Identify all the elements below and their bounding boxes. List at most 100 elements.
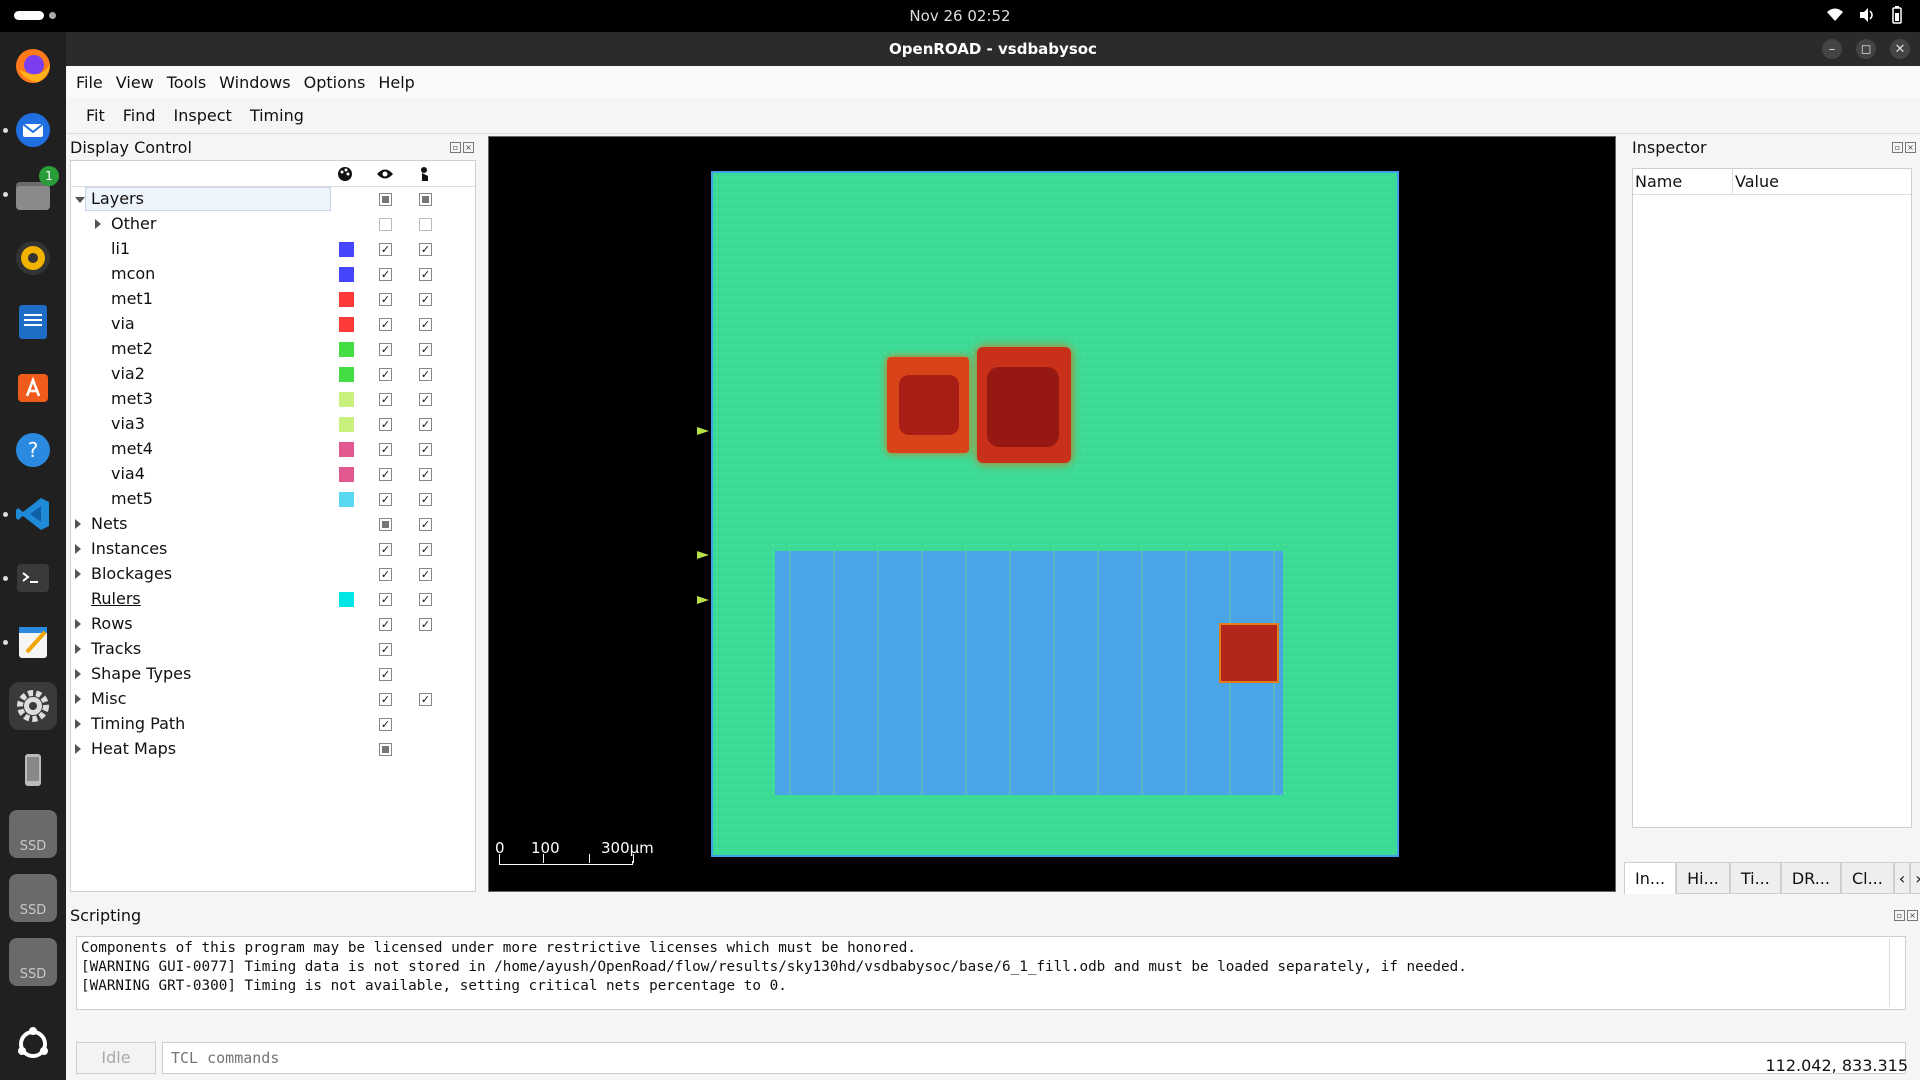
tab-drc[interactable]: DR... — [1780, 862, 1841, 894]
layer-row[interactable]: via4 ✓ ✓ — [71, 462, 475, 487]
layer-color-swatch[interactable] — [339, 592, 354, 607]
visibility-checkbox[interactable]: ✓ — [379, 368, 392, 381]
selectable-checkbox[interactable]: ✓ — [419, 593, 432, 606]
layer-row[interactable]: Layers — [71, 187, 475, 212]
layer-row[interactable]: via ✓ ✓ — [71, 312, 475, 337]
panel-float-controls[interactable]: ▫ × — [1894, 910, 1918, 921]
selectable-checkbox[interactable]: ✓ — [419, 468, 432, 481]
tab-clock[interactable]: Cl... — [1840, 862, 1894, 894]
layer-row[interactable]: Other — [71, 212, 475, 237]
layer-row[interactable]: met3 ✓ ✓ — [71, 387, 475, 412]
visibility-checkbox[interactable]: ✓ — [379, 493, 392, 506]
visibility-checkbox[interactable]: ✓ — [379, 343, 392, 356]
visibility-checkbox[interactable]: ✓ — [379, 693, 392, 706]
close-icon[interactable]: × — [1905, 142, 1916, 153]
selectable-checkbox[interactable]: ✓ — [419, 393, 432, 406]
layer-row[interactable]: Nets ✓ — [71, 512, 475, 537]
visibility-checkbox[interactable]: ✓ — [379, 393, 392, 406]
selectable-checkbox[interactable]: ✓ — [419, 318, 432, 331]
selectable-checkbox[interactable]: ✓ — [419, 493, 432, 506]
visibility-checkbox[interactable]: ✓ — [379, 468, 392, 481]
find-button[interactable]: Find — [123, 106, 156, 125]
expand-arrow-icon[interactable] — [75, 544, 81, 554]
layer-color-swatch[interactable] — [339, 367, 354, 382]
menu-options[interactable]: Options — [304, 73, 366, 92]
ssd-drive-icon[interactable]: SSD — [9, 874, 57, 922]
layer-row[interactable]: met1 ✓ ✓ — [71, 287, 475, 312]
visibility-checkbox[interactable]: ✓ — [379, 293, 392, 306]
float-icon[interactable]: ▫ — [1894, 910, 1905, 921]
selectable-checkbox[interactable]: ✓ — [419, 368, 432, 381]
layer-color-swatch[interactable] — [339, 442, 354, 457]
layer-row[interactable]: Shape Types ✓ — [71, 662, 475, 687]
firefox-icon[interactable] — [9, 42, 57, 90]
visibility-checkbox[interactable]: ✓ — [379, 243, 392, 256]
maximize-button[interactable]: ◻ — [1856, 39, 1876, 59]
selectable-checkbox[interactable]: ✓ — [419, 443, 432, 456]
tab-scroll-left-icon[interactable]: ‹ — [1893, 862, 1911, 894]
layer-row[interactable]: Rows ✓ ✓ — [71, 612, 475, 637]
selectable-checkbox[interactable] — [419, 218, 432, 231]
menu-windows[interactable]: Windows — [219, 73, 290, 92]
visibility-checkbox[interactable]: ✓ — [379, 568, 392, 581]
tcl-command-input[interactable] — [162, 1042, 1906, 1074]
close-button[interactable]: ✕ — [1890, 39, 1910, 59]
selectable-checkbox[interactable] — [419, 193, 432, 206]
settings-icon[interactable] — [9, 682, 57, 730]
layer-row[interactable]: li1 ✓ ✓ — [71, 237, 475, 262]
app-center-icon[interactable] — [9, 362, 57, 410]
layer-color-swatch[interactable] — [339, 342, 354, 357]
ssd-drive-icon[interactable]: SSD — [9, 810, 57, 858]
selectable-checkbox[interactable]: ✓ — [419, 418, 432, 431]
close-icon[interactable]: × — [463, 142, 474, 153]
selectable-checkbox[interactable]: ✓ — [419, 293, 432, 306]
layer-color-swatch[interactable] — [339, 417, 354, 432]
visibility-checkbox[interactable]: ✓ — [379, 268, 392, 281]
thunderbird-icon[interactable] — [9, 106, 57, 154]
menu-file[interactable]: File — [76, 73, 103, 92]
visibility-checkbox[interactable]: ✓ — [379, 718, 392, 731]
column-value[interactable]: Value — [1733, 169, 1781, 194]
tab-scroll-right-icon[interactable]: › — [1910, 862, 1920, 894]
close-icon[interactable]: × — [1907, 910, 1918, 921]
system-clock[interactable]: Nov 26 02:52 — [0, 7, 1920, 25]
expand-arrow-icon[interactable] — [95, 219, 101, 229]
menu-help[interactable]: Help — [378, 73, 414, 92]
display-control-tree[interactable]: Layers Other li1 ✓ ✓ mcon ✓ ✓ met1 ✓ ✓ via ✓ ✓ met2 ✓ ✓ v… — [70, 160, 476, 892]
visibility-checkbox[interactable]: ✓ — [379, 593, 392, 606]
layer-color-swatch[interactable] — [339, 492, 354, 507]
layer-row[interactable]: met4 ✓ ✓ — [71, 437, 475, 462]
layout-viewport[interactable]: 0 100 300µm — [488, 136, 1616, 892]
expand-arrow-icon[interactable] — [75, 569, 81, 579]
visibility-checkbox[interactable] — [379, 518, 392, 531]
show-apps-icon[interactable] — [9, 1020, 57, 1068]
tab-timing[interactable]: Ti... — [1729, 862, 1781, 894]
visibility-checkbox[interactable]: ✓ — [379, 443, 392, 456]
layer-row[interactable]: Misc ✓ ✓ — [71, 687, 475, 712]
panel-float-controls[interactable]: ▫ × — [1892, 142, 1916, 153]
phone-icon[interactable] — [9, 746, 57, 794]
selectable-checkbox[interactable]: ✓ — [419, 618, 432, 631]
text-editor-icon[interactable] — [9, 618, 57, 666]
layer-row[interactable]: met5 ✓ ✓ — [71, 487, 475, 512]
expand-arrow-icon[interactable] — [75, 744, 81, 754]
layer-row[interactable]: Rulers ✓ ✓ — [71, 587, 475, 612]
layer-row[interactable]: via3 ✓ ✓ — [71, 412, 475, 437]
selectable-checkbox[interactable]: ✓ — [419, 343, 432, 356]
float-icon[interactable]: ▫ — [450, 142, 461, 153]
window-titlebar[interactable]: OpenROAD - vsdbabysoc – ◻ ✕ — [66, 32, 1920, 66]
expand-arrow-icon[interactable] — [75, 719, 81, 729]
tab-inspector[interactable]: In... — [1624, 862, 1677, 894]
visibility-checkbox[interactable]: ✓ — [379, 318, 392, 331]
layer-color-swatch[interactable] — [339, 242, 354, 257]
layer-row[interactable]: mcon ✓ ✓ — [71, 262, 475, 287]
menu-tools[interactable]: Tools — [167, 73, 206, 92]
help-icon[interactable]: ? — [9, 426, 57, 474]
files-icon[interactable]: 1 — [9, 166, 59, 218]
visibility-checkbox[interactable] — [379, 193, 392, 206]
visibility-checkbox[interactable]: ✓ — [379, 418, 392, 431]
timing-button[interactable]: Timing — [250, 106, 304, 125]
writer-icon[interactable] — [9, 298, 57, 346]
layer-row[interactable]: Timing Path ✓ — [71, 712, 475, 737]
fit-button[interactable]: Fit — [86, 106, 105, 125]
